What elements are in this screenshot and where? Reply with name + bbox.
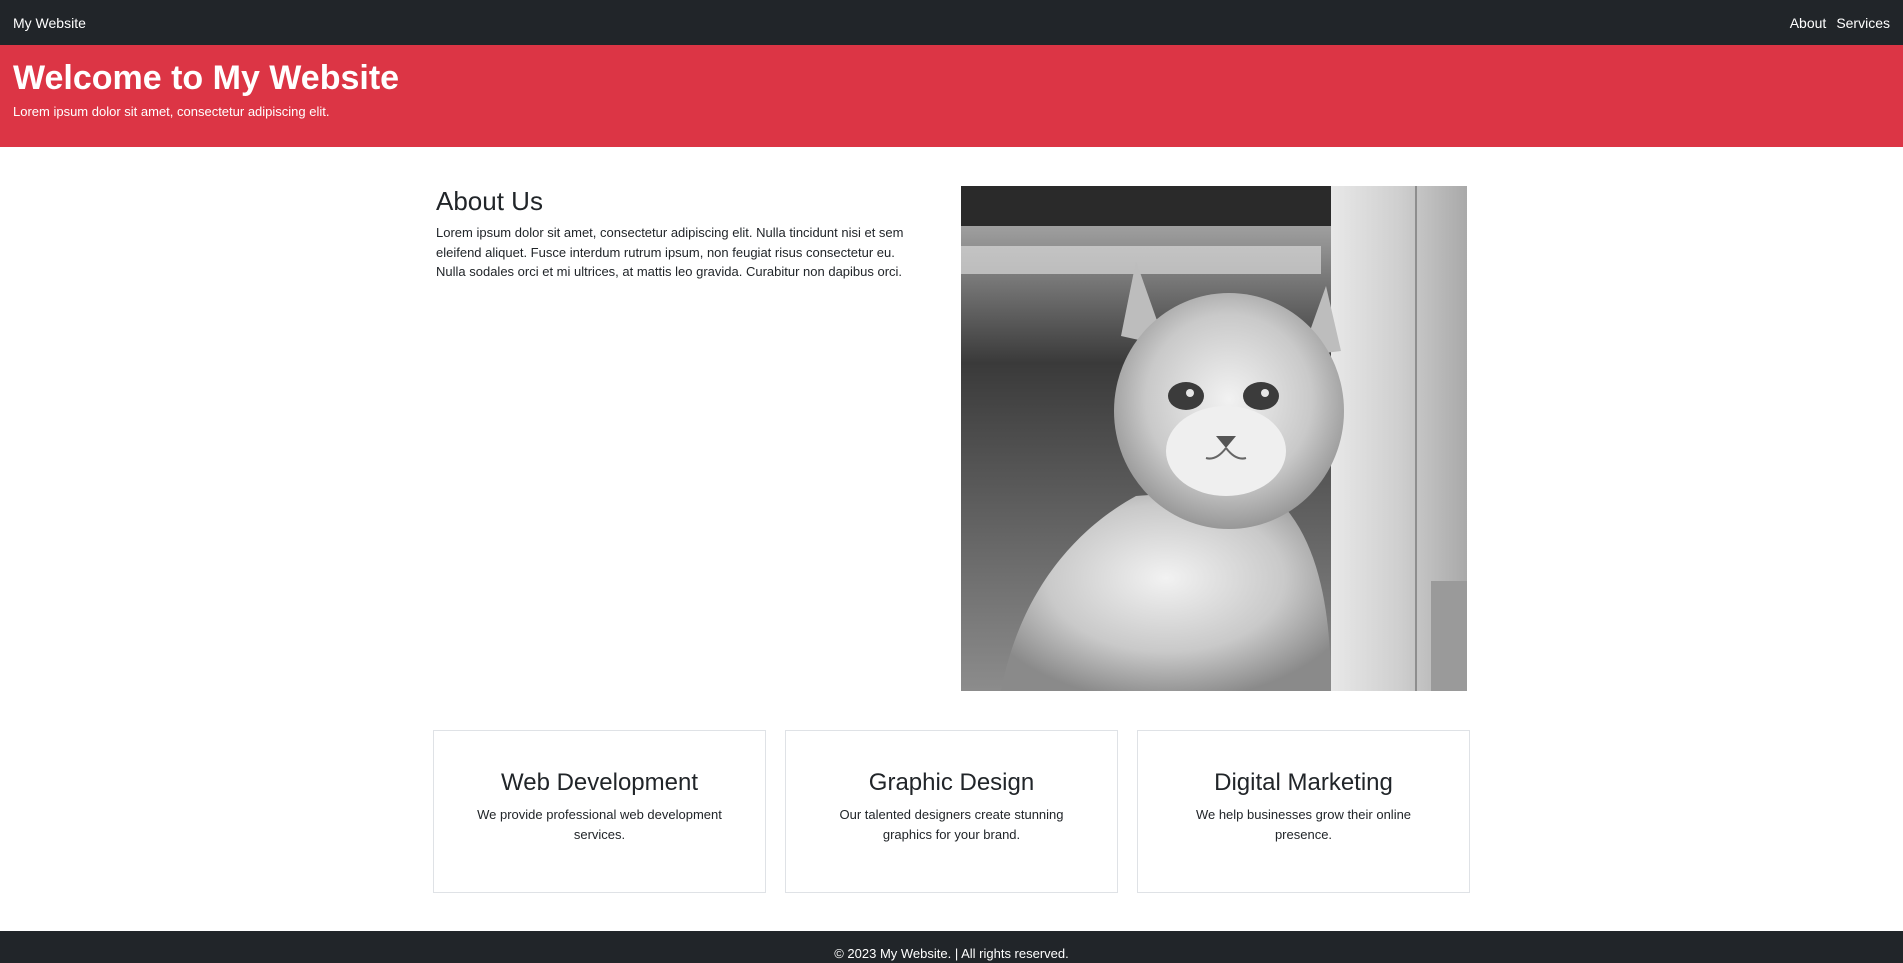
hero-banner: Welcome to My Website Lorem ipsum dolor … xyxy=(0,45,1903,147)
services-section: Web Development We provide professional … xyxy=(433,730,1471,893)
service-card-digital-marketing: Digital Marketing We help businesses gro… xyxy=(1137,730,1470,893)
service-title: Graphic Design xyxy=(868,769,1035,796)
about-section: About Us Lorem ipsum dolor sit amet, con… xyxy=(436,186,926,282)
service-description: Our talented designers create stunning g… xyxy=(839,807,1064,842)
brand-link[interactable]: My Website xyxy=(13,15,86,31)
footer-text: © 2023 My Website. | All rights reserved… xyxy=(834,946,1069,961)
service-title: Digital Marketing xyxy=(1214,769,1393,796)
nav-link-about[interactable]: About xyxy=(1790,15,1827,31)
service-card-graphic-design: Graphic Design Our talented designers cr… xyxy=(785,730,1118,893)
about-title: About Us xyxy=(436,186,543,216)
service-card-web-development: Web Development We provide professional … xyxy=(433,730,766,893)
hero-subtitle: Lorem ipsum dolor sit amet, consectetur … xyxy=(13,104,330,120)
nav-link-services[interactable]: Services xyxy=(1836,15,1890,31)
footer: © 2023 My Website. | All rights reserved… xyxy=(0,931,1903,963)
about-body: Lorem ipsum dolor sit amet, consectetur … xyxy=(436,225,904,279)
navbar: My Website About Services xyxy=(0,0,1903,45)
service-title: Web Development xyxy=(501,769,698,796)
hero-title: Welcome to My Website xyxy=(13,59,400,97)
kitten-image-illustration xyxy=(961,186,1467,691)
kitten-photo xyxy=(961,186,1467,691)
nav-links: About Services xyxy=(1790,15,1890,31)
service-description: We provide professional web development … xyxy=(477,807,722,842)
service-description: We help businesses grow their online pre… xyxy=(1195,807,1412,842)
